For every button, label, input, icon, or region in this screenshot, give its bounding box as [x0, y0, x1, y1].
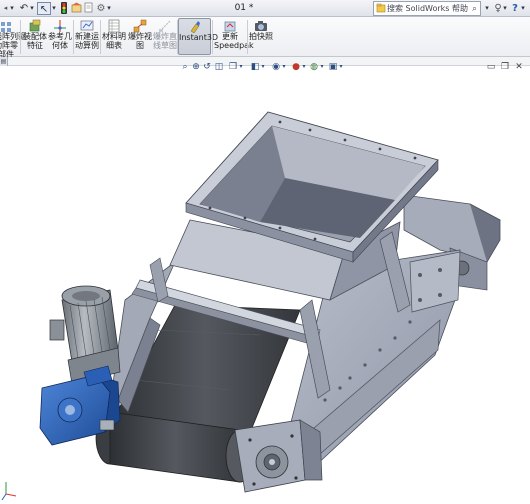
dropdown-arrow-icon[interactable]: ▾	[9, 2, 15, 15]
options-dropdown-icon[interactable]: ▾	[106, 2, 112, 15]
title-bar: ◂ ▾ ↶ ▾ ↖ ▾ ⚙ ▾ 01 * 搜索 SolidWorks 帮助 ⌕ …	[0, 0, 530, 17]
collapse-panel-icon[interactable]: ▤	[0, 57, 8, 66]
view-orientation-icon[interactable]: ❒	[228, 61, 238, 73]
edit-appearance-dropdown-icon[interactable]: ▾	[301, 61, 307, 73]
search-placeholder: 搜索 SolidWorks 帮助	[387, 4, 469, 13]
search-dropdown-icon[interactable]: ▾	[483, 2, 491, 15]
previous-view-icon[interactable]: ↺	[202, 61, 212, 73]
take-snapshot-button[interactable]: 拍快照	[248, 18, 274, 41]
drive-motor	[49, 285, 121, 385]
minimize-icon[interactable]: ▭	[486, 61, 496, 73]
ribbon-separator	[20, 20, 21, 54]
hide-show-dropdown-icon[interactable]: ▾	[281, 61, 287, 73]
document-title: 01 *	[234, 3, 254, 13]
lightbulb-dropdown-icon[interactable]: ▾	[502, 2, 508, 15]
new-motion-study-icon	[80, 18, 94, 32]
display-style-icon[interactable]: ◧	[250, 61, 260, 73]
reference-geometry-icon	[53, 18, 67, 32]
rebuild-icon[interactable]	[70, 2, 82, 15]
select-pointer-icon[interactable]: ↖	[37, 2, 51, 15]
component-pattern-icon	[0, 18, 13, 32]
update-speedpak-icon	[223, 18, 237, 32]
help-search-box[interactable]: 搜索 SolidWorks 帮助 ⌕	[373, 1, 481, 16]
hide-show-items-icon[interactable]: ◉	[271, 61, 281, 73]
graphics-viewport[interactable]	[0, 66, 530, 504]
help-dropdown-icon[interactable]: ▾	[520, 2, 526, 15]
conveyor-model	[1, 111, 501, 501]
apply-scene-dropdown-icon[interactable]: ▾	[319, 61, 325, 73]
new-motion-study-button[interactable]: 新建运 动算例	[74, 18, 100, 50]
help-icon[interactable]: ?	[510, 2, 520, 15]
search-icon[interactable]: ⌕	[472, 3, 477, 15]
exploded-view-icon	[133, 18, 147, 33]
file-properties-icon[interactable]	[82, 2, 94, 15]
exploded-view-button[interactable]: 爆炸视 图	[127, 18, 153, 50]
take-snapshot-icon	[254, 18, 268, 32]
apply-scene-icon[interactable]: ◍	[309, 61, 319, 73]
view-settings-icon[interactable]: ▣	[328, 61, 338, 73]
close-icon[interactable]: ✕	[514, 61, 524, 73]
undo-dropdown-icon[interactable]: ▾	[29, 2, 35, 15]
update-speedpak-button[interactable]: 更新 Speedpak	[214, 18, 254, 50]
reference-geometry-button[interactable]: 参考几 何体	[47, 18, 73, 50]
restore-icon[interactable]: ❐	[500, 61, 510, 73]
assembly-feature-icon	[28, 18, 42, 32]
search-scope-icon	[376, 3, 386, 17]
bill-of-materials-button[interactable]: 材料明 细表	[101, 18, 127, 50]
view-orientation-dropdown-icon[interactable]: ▾	[238, 61, 244, 73]
traffic-light-icon[interactable]	[59, 2, 69, 15]
back-arrow-icon[interactable]: ◂	[2, 2, 9, 15]
undo-icon[interactable]: ↶	[19, 2, 29, 15]
section-view-icon[interactable]: ◫	[214, 61, 224, 73]
edit-appearance-icon[interactable]: ●	[291, 61, 301, 73]
explode-line-sketch-button[interactable]: 爆炸直 线草图	[152, 18, 178, 50]
command-manager-ribbon: 线阵列驱 动阵零 部件 装配体 特征 参考几 何体 新建运 动算例 材料明 细表	[0, 17, 530, 59]
select-dropdown-icon[interactable]: ▾	[51, 2, 57, 15]
solidworks-window: ◂ ▾ ↶ ▾ ↖ ▾ ⚙ ▾ 01 * 搜索 SolidWorks 帮助 ⌕ …	[0, 0, 530, 504]
axes-triad	[1, 482, 17, 501]
instant3d-icon	[188, 19, 202, 34]
instant3d-button[interactable]: Instant3D	[178, 18, 218, 55]
bill-of-materials-icon	[107, 18, 121, 33]
ribbon-separator	[212, 20, 213, 54]
zoom-to-fit-icon[interactable]: ⌕	[180, 61, 190, 73]
component-pattern-button[interactable]: 线阵列驱 动阵零 部件	[0, 18, 26, 59]
options-gear-icon[interactable]: ⚙	[96, 2, 106, 15]
assembly-feature-button[interactable]: 装配体 特征	[22, 18, 48, 50]
front-bearing-housing	[234, 419, 323, 493]
display-style-dropdown-icon[interactable]: ▾	[260, 61, 266, 73]
explode-line-sketch-icon	[158, 18, 172, 32]
zoom-to-area-icon[interactable]: ⊕	[191, 61, 201, 73]
view-settings-dropdown-icon[interactable]: ▾	[338, 61, 344, 73]
